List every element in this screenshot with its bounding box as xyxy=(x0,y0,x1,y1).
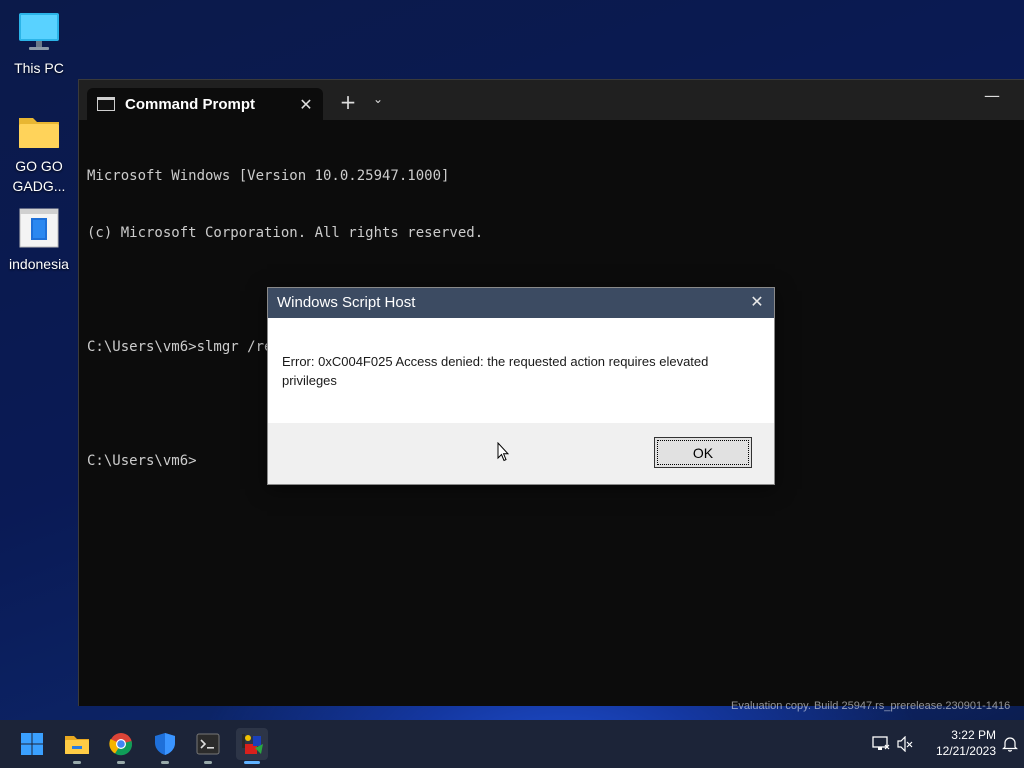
clock[interactable]: 3:22 PM 12/21/2023 xyxy=(916,727,996,759)
notification-bell-icon[interactable] xyxy=(1002,736,1018,752)
terminal-title-bar[interactable]: Command Prompt ✕ + ⌄ — xyxy=(79,80,1024,120)
start-button[interactable] xyxy=(16,728,48,760)
evaluation-watermark: Evaluation copy. Build 25947.rs_prerelea… xyxy=(731,700,1011,712)
network-icon[interactable] xyxy=(872,736,890,752)
taskbar: 3:22 PM 12/21/2023 xyxy=(0,720,1024,768)
running-indicator xyxy=(117,761,125,764)
terminal-icon xyxy=(196,733,220,755)
ok-button[interactable]: OK xyxy=(654,437,752,468)
minimize-button[interactable]: — xyxy=(979,86,1005,105)
tab-close-button[interactable]: ✕ xyxy=(293,95,319,114)
system-tray: 3:22 PM 12/21/2023 xyxy=(844,720,1024,768)
script-icon xyxy=(242,734,263,754)
folder-icon xyxy=(65,736,89,754)
mouse-cursor-icon xyxy=(497,442,509,462)
chevron-down-icon[interactable]: ⌄ xyxy=(369,92,387,106)
running-indicator xyxy=(73,761,81,764)
tab-title: Command Prompt xyxy=(125,95,256,113)
volume-muted-icon[interactable] xyxy=(896,736,914,752)
taskbar-script-host[interactable] xyxy=(236,728,268,764)
tab-command-prompt[interactable]: Command Prompt ✕ xyxy=(87,88,323,120)
console-line: (c) Microsoft Corporation. All rights re… xyxy=(87,225,484,241)
taskbar-windows-security[interactable] xyxy=(149,728,181,764)
shield-icon xyxy=(155,733,175,755)
desktop-icon-folder[interactable]: GO GO GADG... xyxy=(2,108,76,196)
taskbar-chrome[interactable] xyxy=(105,728,137,764)
console-line: Microsoft Windows [Version 10.0.25947.10… xyxy=(87,168,450,184)
dialog-title-bar[interactable]: Windows Script Host ✕ xyxy=(268,288,774,318)
desktop-icon-label: indonesia xyxy=(9,256,69,272)
taskbar-terminal[interactable] xyxy=(192,728,224,764)
dialog-message: Error: 0xC004F025 Access denied: the req… xyxy=(282,354,709,388)
dialog-footer: OK xyxy=(268,423,774,484)
script-host-dialog[interactable]: Windows Script Host ✕ Error: 0xC004F025 … xyxy=(267,287,775,485)
clock-date: 12/21/2023 xyxy=(935,744,996,758)
document-icon xyxy=(16,206,62,252)
desktop-icon-this-pc[interactable]: This PC xyxy=(2,10,76,78)
command-prompt-icon xyxy=(97,97,115,111)
windows-start-icon xyxy=(21,733,43,755)
monitor-icon xyxy=(16,10,62,56)
running-indicator xyxy=(204,761,212,764)
new-tab-button[interactable]: + xyxy=(335,90,361,114)
chrome-icon xyxy=(109,733,133,756)
dialog-title: Windows Script Host xyxy=(277,294,416,311)
dialog-close-button[interactable]: ✕ xyxy=(746,292,768,312)
running-indicator xyxy=(244,761,260,764)
clock-time: 3:22 PM xyxy=(951,728,996,742)
running-indicator xyxy=(161,761,169,764)
desktop-icon-label: GO GO GADG... xyxy=(12,158,66,194)
taskbar-file-explorer[interactable] xyxy=(61,728,93,764)
desktop-icon-label: This PC xyxy=(14,60,64,76)
desktop-icon-indonesia[interactable]: indonesia xyxy=(2,206,76,274)
folder-icon xyxy=(16,108,62,154)
